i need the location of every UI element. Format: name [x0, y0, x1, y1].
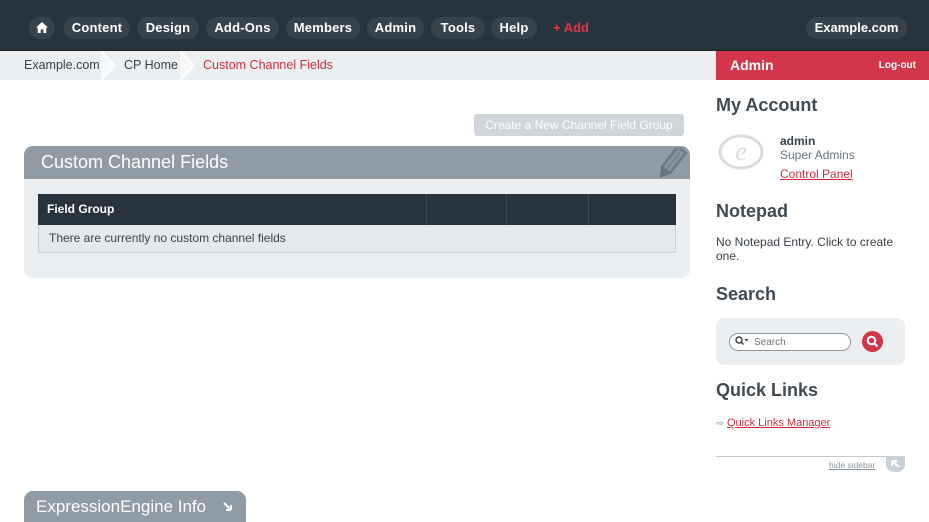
collapse-arrow-icon: [891, 460, 900, 468]
column-header: [589, 194, 676, 225]
field-groups-table: Field Group There are currently no custo…: [38, 194, 676, 253]
hide-sidebar-button[interactable]: [886, 456, 905, 472]
nav-design[interactable]: Design: [137, 17, 199, 39]
nav-tools[interactable]: Tools: [431, 17, 485, 39]
expand-arrow-icon: [223, 502, 232, 511]
my-account-heading: My Account: [716, 95, 818, 115]
custom-fields-panel: Custom Channel Fields Field Group There …: [24, 146, 690, 278]
sidebar-header: Admin Log-out: [716, 51, 929, 80]
breadcrumb-site[interactable]: Example.com: [24, 51, 100, 80]
home-icon: [36, 22, 48, 33]
column-header: [507, 194, 589, 225]
search-icon: [866, 335, 879, 348]
search-options-icon: [735, 336, 749, 346]
notepad-entry[interactable]: No Notepad Entry. Click to create one.: [716, 235, 912, 263]
panel-title: Custom Channel Fields: [41, 152, 229, 172]
breadcrumb-separator: [180, 51, 194, 80]
nav-content[interactable]: Content: [64, 17, 130, 39]
quick-links-heading: Quick Links: [716, 380, 819, 400]
pencil-icon: [659, 148, 688, 178]
nav-admin[interactable]: Admin: [367, 17, 424, 39]
nav-members[interactable]: Members: [286, 17, 360, 39]
site-name-button[interactable]: Example.com: [806, 17, 907, 39]
table-header: Field Group: [38, 194, 676, 225]
search-heading: Search: [716, 284, 777, 304]
account-group: Super Admins: [780, 148, 855, 162]
column-header-field-group[interactable]: Field Group: [38, 194, 427, 225]
notepad-heading: Notepad: [716, 201, 788, 221]
home-button[interactable]: [29, 17, 55, 39]
sidebar-header-title: Admin: [730, 57, 774, 73]
search-box: [716, 318, 905, 365]
nav-add[interactable]: + Add: [553, 17, 589, 39]
sidebar-divider: [716, 456, 888, 457]
hide-sidebar-link[interactable]: hide sidebar: [829, 460, 875, 470]
breadcrumb: Example.com CP Home Custom Channel Field…: [0, 51, 716, 80]
control-panel-link[interactable]: Control Panel: [780, 167, 853, 181]
arrow-right-icon: ⇨: [716, 418, 724, 428]
nav-add-ons[interactable]: Add-Ons: [206, 17, 279, 39]
breadcrumb-cp-home[interactable]: CP Home: [124, 51, 178, 80]
svg-text:e: e: [735, 137, 747, 166]
account-username: admin: [780, 134, 816, 148]
avatar: e: [718, 134, 764, 170]
empty-table-message: There are currently no custom channel fi…: [49, 231, 286, 245]
quick-links-manager-link[interactable]: Quick Links Manager: [727, 417, 830, 429]
search-button[interactable]: [862, 331, 883, 352]
column-header: [427, 194, 507, 225]
table-row: There are currently no custom channel fi…: [38, 225, 676, 253]
breadcrumb-current: Custom Channel Fields: [203, 58, 333, 72]
panel-header: Custom Channel Fields: [24, 146, 690, 179]
logout-link[interactable]: Log-out: [879, 51, 916, 80]
nav-help[interactable]: Help: [491, 17, 537, 39]
ee-info-title: ExpressionEngine Info: [36, 497, 207, 516]
breadcrumb-separator: [101, 51, 115, 80]
ee-info-panel-header[interactable]: ExpressionEngine Info: [24, 491, 246, 522]
top-nav: Content Design Add-Ons Members Admin Too…: [0, 0, 929, 51]
create-field-group-button[interactable]: Create a New Channel Field Group: [474, 114, 684, 136]
